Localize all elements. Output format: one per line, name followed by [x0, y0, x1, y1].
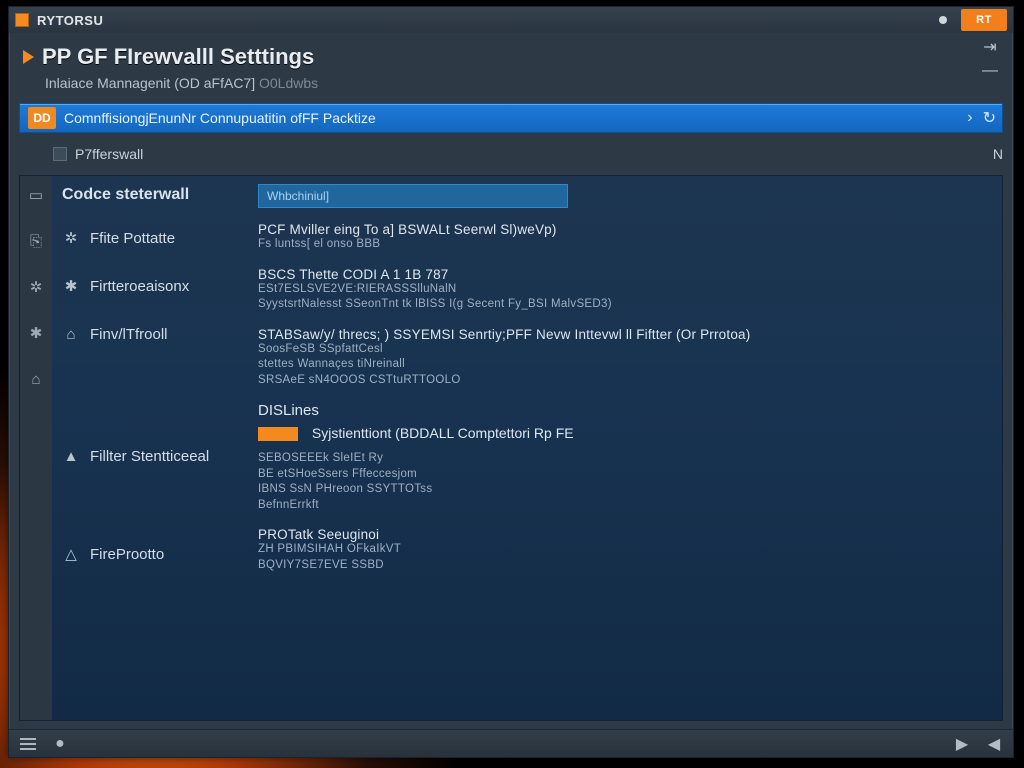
- close-label: RT: [976, 14, 992, 26]
- sidebar-item-0[interactable]: ✲ Ffite Pottatte: [62, 224, 246, 252]
- sidebar-item-2[interactable]: ⌂ Finv/lTfrooll: [62, 320, 246, 348]
- block-line: Fs luntss[ el onso BBB: [258, 237, 988, 253]
- subtitle-main: Inlaiace Mannagenit (OD aFfAC7]: [45, 75, 255, 91]
- next-icon[interactable]: ›: [967, 109, 972, 127]
- block-line: BE etSHoeSsers Fffeccesjom: [258, 467, 988, 483]
- block-head: BSCS Thette CODI A 1 1B 787: [258, 267, 988, 282]
- block-line: ESt7ESLSVE2VE:RIERASSSlluNalN: [258, 282, 988, 298]
- subtitle: Inlaiace Mannagenit (OD aFfAC7] O0Ldwbs: [23, 75, 999, 91]
- toolstrip-right: N: [993, 146, 1003, 162]
- block-head: PCF Mviller eing To a] BSWALt Seerwl Sl)…: [258, 222, 988, 237]
- block-2: STABSaw/y/ threcs; ) SSYEMSI Senrtiy;PFF…: [258, 327, 988, 389]
- app-icon: [15, 13, 29, 27]
- sidebar-item-label: Ffite Pottatte: [90, 230, 175, 247]
- toolstrip-icon: [53, 147, 67, 161]
- sidebar-item-label: FireProotto: [90, 546, 164, 563]
- sidebar-item-label: Firtteroeaisonx: [90, 278, 189, 295]
- section-row-text: Syjstienttiont (BDDALL Comptettori Rp FE: [312, 425, 574, 441]
- doc-icon[interactable]: ▭: [27, 186, 45, 204]
- block-line: BQVIY7SE7EVE SSBD: [258, 558, 988, 574]
- section-label: DISLines: [258, 402, 988, 419]
- fire-icon: ▲: [62, 447, 80, 465]
- title-bar: RYTORSU RT: [9, 7, 1013, 33]
- home-icon[interactable]: ⌂: [27, 370, 45, 388]
- sidebar-heading: Codce steterwall: [62, 186, 246, 204]
- block-line: ZH PBIMSIHAH OFkaIkVT: [258, 542, 988, 558]
- icon-rail: ▭ ⎘ ✲ ✱ ⌂: [20, 176, 52, 720]
- block-line: SoosFeSB SSpfattCesl: [258, 342, 988, 358]
- upload-icon: △: [62, 545, 80, 563]
- home-icon: ⌂: [62, 325, 80, 343]
- breadcrumb-badge: DD: [28, 107, 56, 129]
- subtitle-muted: O0Ldwbs: [259, 75, 318, 91]
- menu-icon[interactable]: [19, 735, 37, 753]
- content-pane: Whbchiniul] PCF Mviller eing To a] BSWAL…: [252, 176, 1002, 720]
- play-left-icon[interactable]: ▶: [953, 735, 971, 753]
- toolstrip: P7fferswall N: [19, 139, 1003, 169]
- header: PP GF FIrewvalll Setttings Inlaiace Mann…: [9, 33, 1013, 95]
- block-head: PROTatk Seeuginoi: [258, 527, 988, 542]
- block-3: SEBOSEEEk SleIEt Ry BE etSHoeSsers Fffec…: [258, 451, 988, 513]
- block-line: SyystsrtNalesst SSeonTnt tk lBISS I(g Se…: [258, 297, 988, 313]
- section-row: Syjstienttiont (BDDALL Comptettori Rp FE: [258, 425, 988, 441]
- sidebar-item-4[interactable]: △ FireProotto: [62, 540, 246, 568]
- block-0: PCF Mviller eing To a] BSWALt Seerwl Sl)…: [258, 222, 988, 253]
- pin-icon[interactable]: ⇥: [979, 39, 1001, 55]
- refresh-icon[interactable]: ↻: [983, 108, 996, 128]
- toolstrip-label: P7fferswall: [75, 146, 143, 162]
- sidebar-item-label: Fillter Stentticeeal: [90, 448, 209, 465]
- asterisk-icon: ✱: [62, 277, 80, 295]
- close-button[interactable]: RT: [961, 9, 1007, 31]
- minimize-dot[interactable]: [939, 16, 947, 24]
- window-title: RYTORSU: [37, 13, 103, 28]
- block-1: BSCS Thette CODI A 1 1B 787 ESt7ESLSVE2V…: [258, 267, 988, 313]
- gear-icon: ✲: [62, 229, 80, 247]
- plug-icon[interactable]: ⎘: [27, 232, 45, 250]
- sidebar: Codce steterwall ✲ Ffite Pottatte ✱ Firt…: [52, 176, 252, 720]
- sidebar-item-label: Finv/lTfrooll: [90, 326, 168, 343]
- block-line: BefnnErrkft: [258, 498, 988, 514]
- filter-input[interactable]: Whbchiniul]: [258, 184, 568, 208]
- section-marker-icon: [258, 427, 298, 441]
- asterisk-icon[interactable]: ✱: [27, 324, 45, 342]
- sidebar-item-1[interactable]: ✱ Firtteroeaisonx: [62, 272, 246, 300]
- block-line: SRSAeE sN4OOOS CSTtuRTTOOLO: [258, 373, 988, 389]
- app-window: RYTORSU RT PP GF FIrewvalll Setttings In…: [8, 6, 1014, 758]
- sidebar-item-3[interactable]: ▲ Fillter Stentticeeal: [62, 442, 246, 470]
- block-line: SEBOSEEEk SleIEt Ry: [258, 451, 988, 467]
- page-title: PP GF FIrewvalll Setttings: [42, 44, 314, 70]
- minimize-icon[interactable]: —: [979, 63, 1001, 79]
- block-line: IBNS SsN PHreoon SSYTTOTss: [258, 482, 988, 498]
- play-icon[interactable]: ◀: [985, 735, 1003, 753]
- block-4: PROTatk Seeuginoi ZH PBIMSIHAH OFkaIkVT …: [258, 527, 988, 573]
- block-line: stettes Wannaçes tiNreinall: [258, 357, 988, 373]
- page-title-chevron-icon: [23, 50, 34, 64]
- block-head: STABSaw/y/ threcs; ) SSYEMSI Senrtiy;PFF…: [258, 327, 988, 342]
- status-dot-icon[interactable]: ●: [51, 735, 69, 753]
- breadcrumb-text: ComnffisiongjEnunNr Connupuatitin ofFF P…: [64, 110, 376, 126]
- body: ▭ ⎘ ✲ ✱ ⌂ Codce steterwall ✲ Ffite Potta…: [19, 175, 1003, 721]
- filter-input-value: Whbchiniul]: [267, 189, 329, 203]
- gear-icon[interactable]: ✲: [27, 278, 45, 296]
- status-bar: ● ▶ ◀: [9, 729, 1013, 757]
- breadcrumb-bar[interactable]: DD ComnffisiongjEnunNr Connupuatitin ofF…: [19, 103, 1003, 133]
